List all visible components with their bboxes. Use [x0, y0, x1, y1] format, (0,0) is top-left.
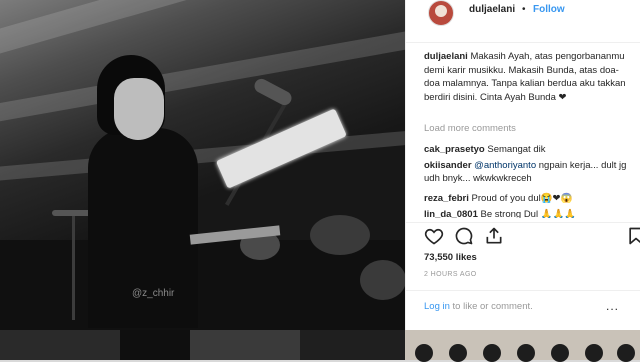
- action-bar: [406, 222, 640, 247]
- login-prompt: Log in to like or comment.: [424, 301, 533, 312]
- comment-username[interactable]: lin_da_0801: [424, 209, 478, 218]
- caption: duljaelani Makasih Ayah, atas pengorbana…: [424, 50, 629, 104]
- cymbal-stand: [72, 210, 75, 320]
- comment-text: Semangat dik: [487, 144, 546, 155]
- feed-person: [585, 344, 603, 362]
- comment-item: cak_prasetyo Semangat dik: [424, 143, 634, 156]
- follow-button[interactable]: Follow: [533, 4, 565, 15]
- avatar[interactable]: [428, 0, 454, 26]
- post-timestamp: 2 HOURS AGO: [424, 271, 477, 278]
- comment-item: reza_febri Proud of you dul😭❤😱: [424, 192, 634, 205]
- feed-thumbnail: [190, 330, 300, 360]
- drum: [310, 215, 370, 255]
- photo-watermark: @z_chhir: [132, 288, 175, 299]
- post-photo[interactable]: @z_chhir: [0, 0, 405, 330]
- post-header: duljaelani • Follow: [406, 0, 640, 43]
- background-feed-strip-right: [405, 330, 640, 362]
- comment-text: Be strong Dul 🙏🙏🙏: [480, 209, 577, 218]
- feed-thumbnail: [0, 330, 120, 360]
- feed-person: [617, 344, 635, 362]
- login-bar: Log in to like or comment. ...: [406, 290, 640, 331]
- post-side-panel: duljaelani • Follow duljaelani Makasih A…: [405, 0, 640, 330]
- more-options-button[interactable]: ...: [606, 299, 619, 313]
- feed-person: [517, 344, 535, 362]
- feed-thumbnail: [300, 330, 405, 360]
- comment-username[interactable]: cak_prasetyo: [424, 144, 485, 155]
- load-more-comments[interactable]: Load more comments: [424, 123, 516, 134]
- feed-thumbnail: [120, 330, 190, 360]
- comment-icon[interactable]: [454, 226, 474, 246]
- background-feed-strip: [0, 330, 405, 360]
- login-link[interactable]: Log in: [424, 301, 450, 312]
- header-separator: •: [522, 4, 526, 15]
- share-icon[interactable]: [484, 226, 504, 246]
- comment-username[interactable]: reza_febri: [424, 193, 469, 204]
- feed-person: [551, 344, 569, 362]
- caption-username[interactable]: duljaelani: [424, 51, 468, 62]
- performer-face: [114, 78, 164, 140]
- drum: [360, 260, 405, 300]
- likes-count[interactable]: 73,550 likes: [424, 252, 477, 263]
- feed-person: [449, 344, 467, 362]
- feed-person: [483, 344, 501, 362]
- feed-person: [415, 344, 433, 362]
- heart-icon[interactable]: [424, 226, 444, 246]
- comment-text: Proud of you dul😭❤😱: [471, 193, 573, 204]
- bookmark-icon[interactable]: [626, 226, 640, 246]
- header-username[interactable]: duljaelani: [469, 4, 515, 15]
- comment-item: lin_da_0801 Be strong Dul 🙏🙏🙏: [424, 208, 634, 218]
- comment-item: okiisander @anthoriyanto ngpain kerja...…: [424, 159, 634, 185]
- comment-username[interactable]: okiisander: [424, 160, 472, 171]
- login-prompt-text: to like or comment.: [452, 301, 533, 312]
- comments-section[interactable]: duljaelani Makasih Ayah, atas pengorbana…: [406, 42, 640, 218]
- comment-mention[interactable]: @anthoriyanto: [474, 160, 536, 171]
